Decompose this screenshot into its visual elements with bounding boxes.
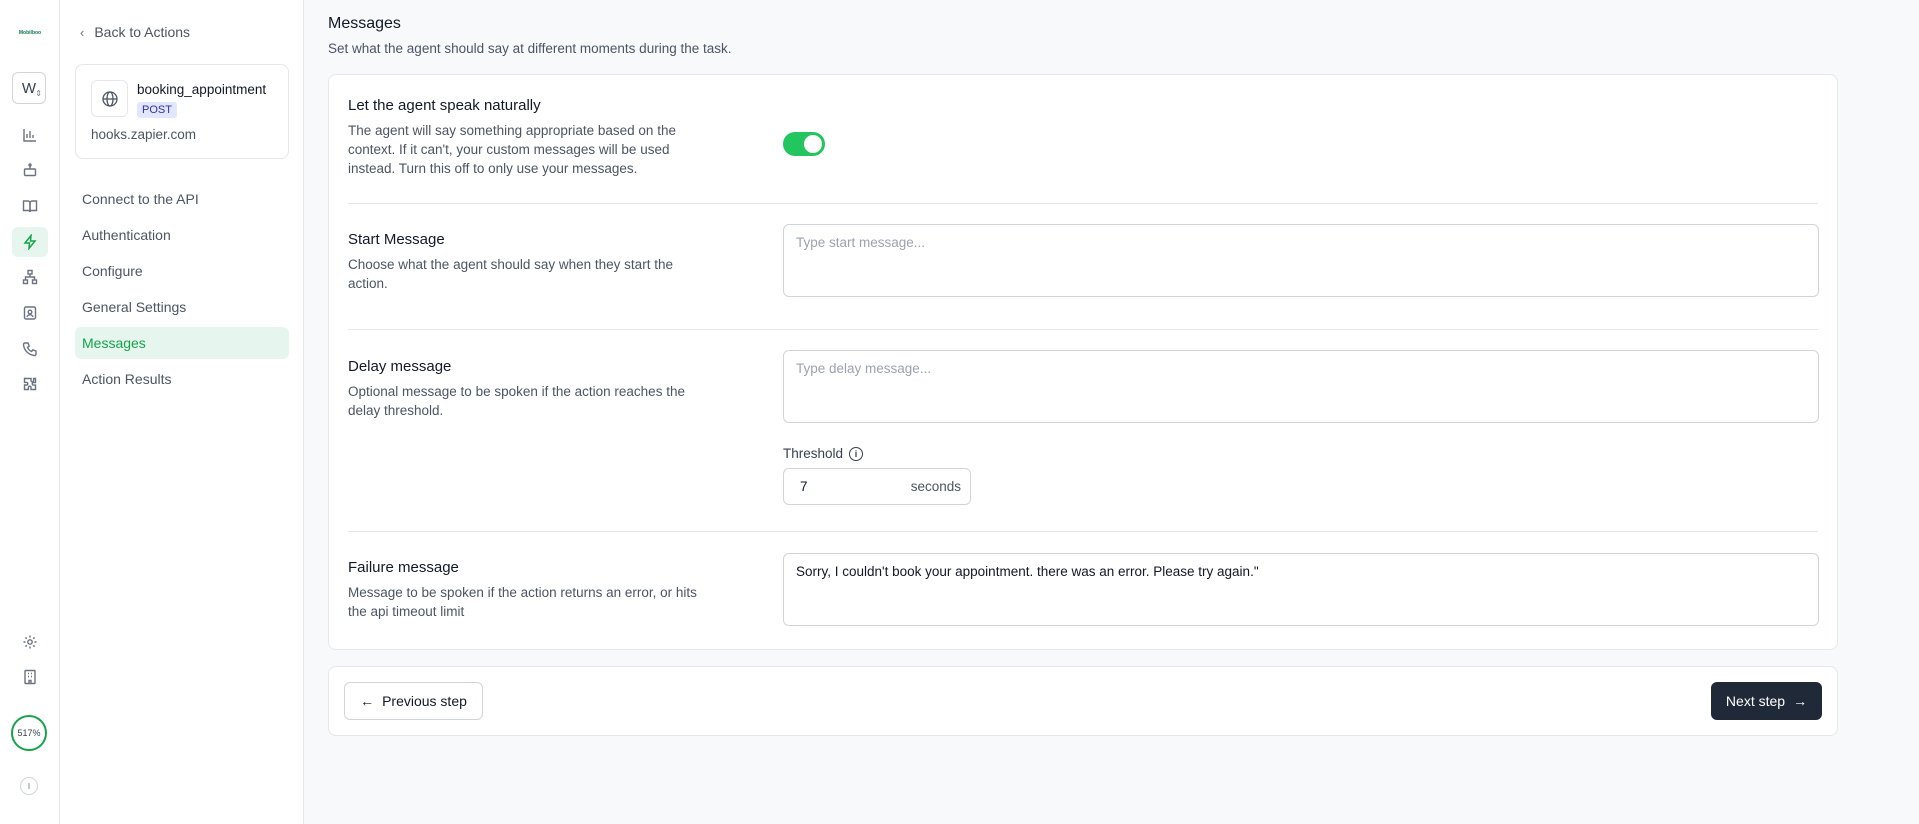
arrow-left-icon: ← bbox=[360, 693, 375, 709]
settings-nav[interactable] bbox=[12, 627, 48, 657]
divider bbox=[348, 329, 1818, 330]
workflow-icon bbox=[22, 269, 38, 285]
divider bbox=[348, 203, 1818, 204]
nav-item-connect-api[interactable]: Connect to the API bbox=[75, 183, 289, 215]
gear-icon bbox=[23, 635, 37, 649]
lightning-icon bbox=[23, 234, 37, 250]
page-subtitle: Set what the agent should say at differe… bbox=[328, 41, 732, 56]
credits-usage-badge[interactable]: 517% bbox=[11, 715, 47, 751]
info-icon[interactable]: i bbox=[849, 446, 864, 461]
back-label: Back to Actions bbox=[94, 24, 191, 40]
book-icon bbox=[22, 200, 38, 213]
analytics-nav[interactable] bbox=[12, 120, 48, 150]
robot-icon bbox=[23, 163, 37, 177]
calls-nav[interactable] bbox=[12, 334, 48, 364]
threshold-input[interactable]: 7 seconds bbox=[783, 468, 971, 505]
speak-naturally-toggle[interactable] bbox=[783, 132, 825, 156]
threshold-unit: seconds bbox=[910, 479, 961, 494]
nav-item-general-settings[interactable]: General Settings bbox=[75, 291, 289, 323]
start-message-input[interactable] bbox=[783, 224, 1819, 297]
http-method-badge: POST bbox=[137, 102, 177, 118]
previous-step-label: Previous step bbox=[382, 693, 467, 709]
integrations-nav[interactable] bbox=[12, 369, 48, 399]
agents-nav[interactable] bbox=[12, 155, 48, 185]
nav-item-configure[interactable]: Configure bbox=[75, 255, 289, 287]
messages-card: Let the agent speak naturally The agent … bbox=[328, 74, 1838, 650]
action-name: booking_appointment bbox=[137, 82, 267, 97]
phone-icon bbox=[22, 342, 37, 357]
chevron-updown-icon: ⇕ bbox=[35, 89, 42, 98]
contacts-nav[interactable] bbox=[12, 298, 48, 328]
delay-message-title: Delay message bbox=[348, 358, 452, 375]
delay-message-input[interactable] bbox=[783, 350, 1819, 423]
action-summary-card: booking_appointment POST hooks.zapier.co… bbox=[75, 64, 289, 159]
back-to-actions-link[interactable]: ‹ Back to Actions bbox=[80, 24, 190, 40]
globe-icon bbox=[91, 80, 128, 117]
speak-naturally-title: Let the agent speak naturally bbox=[348, 97, 541, 114]
contact-card-icon bbox=[23, 306, 37, 320]
bar-chart-icon bbox=[23, 129, 36, 142]
threshold-value: 7 bbox=[800, 479, 808, 494]
next-step-label: Next step bbox=[1725, 693, 1786, 709]
toggle-knob bbox=[804, 135, 822, 153]
step-footer: ← Previous step Next step → bbox=[328, 666, 1838, 736]
next-step-button[interactable]: Next step → bbox=[1711, 682, 1822, 720]
organization-nav[interactable] bbox=[12, 662, 48, 692]
action-host: hooks.zapier.com bbox=[91, 127, 197, 142]
failure-message-description: Message to be spoken if the action retur… bbox=[348, 585, 697, 619]
workspace-switcher[interactable]: W ⇕ bbox=[12, 72, 46, 104]
app-logo: Mobilboo bbox=[18, 30, 42, 36]
user-avatar[interactable]: I bbox=[20, 777, 38, 795]
previous-step-button[interactable]: ← Previous step bbox=[344, 682, 483, 720]
nav-item-authentication[interactable]: Authentication bbox=[75, 219, 289, 251]
workspace-initial: W bbox=[21, 79, 37, 97]
knowledge-nav[interactable] bbox=[12, 191, 48, 221]
delay-message-description: Optional message to be spoken if the act… bbox=[348, 384, 685, 418]
chevron-left-icon: ‹ bbox=[80, 24, 85, 40]
speak-naturally-description: The agent will say something appropriate… bbox=[348, 123, 676, 176]
building-icon bbox=[24, 669, 36, 685]
threshold-label-text: Threshold bbox=[783, 446, 844, 461]
actions-nav[interactable] bbox=[12, 227, 48, 257]
icon-rail: Mobilboo W ⇕ 517% I bbox=[0, 0, 60, 824]
start-message-description: Choose what the agent should say when th… bbox=[348, 257, 673, 291]
threshold-label: Threshold i bbox=[783, 446, 864, 461]
nav-item-messages[interactable]: Messages bbox=[75, 327, 289, 359]
start-message-title: Start Message bbox=[348, 231, 445, 248]
arrow-right-icon: → bbox=[1793, 693, 1808, 709]
divider bbox=[348, 531, 1818, 532]
workflow-nav[interactable] bbox=[12, 262, 48, 292]
page-title: Messages bbox=[328, 15, 401, 32]
nav-item-action-results[interactable]: Action Results bbox=[75, 363, 289, 395]
puzzle-icon bbox=[23, 377, 37, 391]
failure-message-input[interactable] bbox=[783, 553, 1819, 626]
step-nav: Connect to the API Authentication Config… bbox=[75, 183, 289, 399]
action-sidebar: ‹ Back to Actions booking_appointment PO… bbox=[60, 0, 304, 824]
failure-message-title: Failure message bbox=[348, 559, 459, 576]
